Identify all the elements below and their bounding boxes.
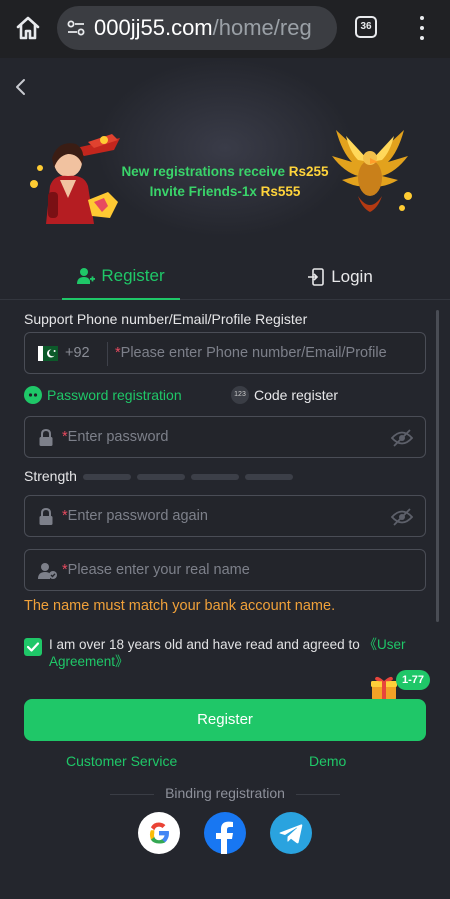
phone-email-input[interactable]: +92 *Please enter Phone number/Email/Pro… (24, 332, 426, 374)
support-register-label: Support Phone number/Email/Profile Regis… (24, 311, 308, 327)
lock-icon (39, 508, 53, 525)
binding-registration-title: Binding registration (165, 785, 285, 801)
gift-badge-text: 1-77 (396, 670, 431, 690)
telegram-login-button[interactable] (270, 812, 312, 854)
promo-line-2: Invite Friends-1x Rs555 (0, 184, 450, 199)
eye-off-icon[interactable] (391, 428, 413, 448)
tab-switcher-button[interactable]: 36 (355, 16, 377, 38)
more-menu-icon[interactable] (412, 14, 432, 42)
password-mode-icon (24, 386, 42, 404)
lock-icon (39, 429, 53, 446)
agreement-statement: I am over 18 years old and have read and… (49, 637, 364, 652)
telegram-icon (279, 824, 303, 844)
form-scrollbar[interactable] (436, 310, 439, 622)
add-user-icon (77, 268, 96, 284)
browser-toolbar: 000jj55.com/home/reg 36 (0, 0, 450, 58)
banner-glow (95, 58, 355, 238)
customer-service-link[interactable]: Customer Service (66, 753, 177, 769)
tab-register[interactable]: Register (62, 254, 180, 300)
gift-bonus[interactable]: 1-77 (370, 668, 432, 702)
field-divider (107, 342, 108, 366)
demo-link[interactable]: Demo (309, 753, 346, 769)
divider-line (296, 794, 340, 795)
strength-segment (83, 474, 131, 480)
promo-line-1-amount: Rs255 (288, 164, 329, 179)
agreement-checkbox[interactable] (24, 638, 42, 656)
site-settings-icon[interactable] (66, 18, 86, 38)
confirm-password-input[interactable]: *Enter password again (24, 495, 426, 537)
country-code[interactable]: +92 (65, 345, 90, 361)
eye-off-icon[interactable] (391, 507, 413, 527)
password-registration-option[interactable]: Password registration (24, 386, 182, 404)
real-name-placeholder: *Please enter your real name (62, 562, 250, 578)
address-bar[interactable]: 000jj55.com/home/reg (57, 6, 337, 50)
password-registration-label: Password registration (47, 387, 182, 403)
promo-banner: New registrations receive Rs255 Invite F… (0, 58, 450, 238)
facebook-icon (216, 821, 233, 854)
agreement-text: I am over 18 years old and have read and… (49, 636, 429, 670)
tab-login[interactable]: Login (280, 254, 400, 300)
code-mode-icon: 123 (231, 386, 249, 404)
url-text: 000jj55.com/home/reg (94, 15, 312, 41)
phone-placeholder: *Please enter Phone number/Email/Profile (115, 345, 387, 361)
pakistan-flag-icon[interactable] (38, 346, 58, 361)
name-warning-text: The name must match your bank account na… (24, 598, 336, 614)
real-name-input[interactable]: *Please enter your real name (24, 549, 426, 591)
password-input[interactable]: *Enter password (24, 416, 426, 458)
confirm-password-placeholder: *Enter password again (62, 508, 208, 524)
password-placeholder: *Enter password (62, 429, 169, 445)
strength-label: Strength (24, 468, 77, 484)
promo-line-2-amount: Rs555 (260, 184, 301, 199)
code-register-option[interactable]: 123 Code register (231, 386, 338, 404)
url-path: /home/reg (212, 15, 312, 40)
gift-icon (371, 676, 397, 700)
register-button[interactable]: Register (24, 699, 426, 741)
login-icon (308, 268, 324, 286)
promo-line-2-text: Invite Friends-1x (149, 184, 261, 199)
promo-line-1-text: New registrations receive (121, 164, 289, 179)
home-icon[interactable] (12, 12, 44, 44)
tab-register-label: Register (101, 266, 165, 285)
code-register-label: Code register (254, 387, 339, 403)
strength-segment (245, 474, 293, 480)
strength-segment (137, 474, 185, 480)
promo-line-1: New registrations receive Rs255 (0, 164, 450, 179)
google-icon (149, 822, 169, 844)
strength-segment (191, 474, 239, 480)
user-verified-icon (38, 563, 57, 579)
url-host: 000jj55.com (94, 15, 213, 40)
google-login-button[interactable] (138, 812, 180, 854)
facebook-login-button[interactable] (204, 812, 246, 854)
tab-login-label: Login (331, 267, 373, 286)
auth-tabs: Register Login (0, 254, 450, 300)
register-page: New registrations receive Rs255 Invite F… (0, 58, 450, 899)
